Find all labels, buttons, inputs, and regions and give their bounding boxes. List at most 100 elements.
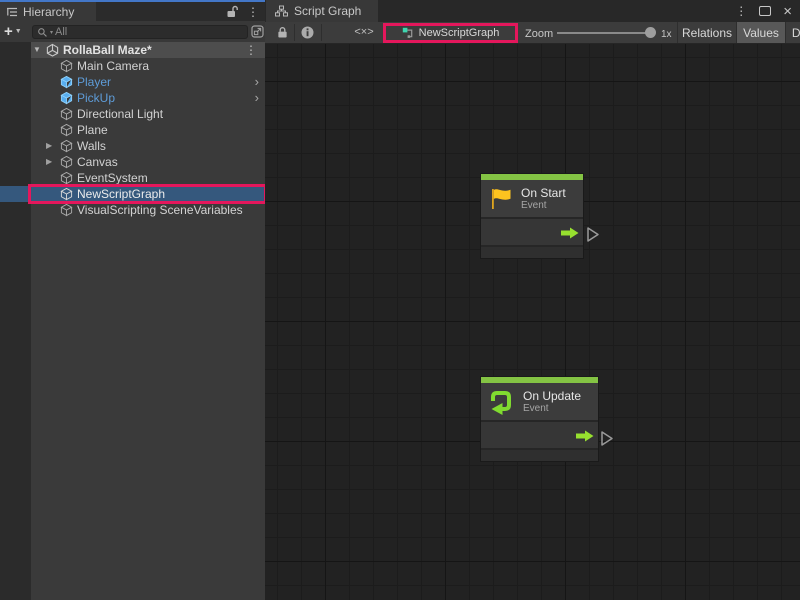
gameobject-cube-icon <box>60 139 73 153</box>
hierarchy-item-plane[interactable]: Plane <box>0 122 265 138</box>
item-label: Walls <box>77 139 106 153</box>
node-subtitle: Event <box>521 200 566 212</box>
scene-foldout-icon[interactable]: ▼ <box>33 46 41 54</box>
output-port-triangle-icon[interactable] <box>600 430 614 447</box>
node-title: On Start <box>521 186 566 200</box>
scene-row[interactable]: ▼ RollaBall Maze* ⋮ <box>0 42 265 58</box>
breadcrumb[interactable]: NewScriptGraph <box>419 27 500 39</box>
item-label: Main Camera <box>77 59 149 73</box>
item-label: Canvas <box>77 155 118 169</box>
foldout-icon[interactable]: ▶ <box>46 142 52 150</box>
gameobject-cube-icon <box>60 187 73 201</box>
flow-output-arrow-icon[interactable] <box>576 430 594 442</box>
zoom-slider-thumb[interactable] <box>645 27 656 38</box>
item-label: VisualScripting SceneVariables <box>77 203 243 217</box>
dim-button-label: Dim <box>792 26 800 40</box>
hierarchy-panel: Hierarchy ⋮ + ▼ ▾ <box>0 0 265 600</box>
item-label: Player <box>77 75 111 89</box>
hierarchy-item-visualscripting-scenevariables[interactable]: VisualScripting SceneVariables <box>0 202 265 218</box>
dim-button[interactable]: Dim <box>785 22 800 43</box>
graph-canvas[interactable]: On Start Event <box>265 44 800 600</box>
item-label: NewScriptGraph <box>77 187 165 201</box>
prefab-expand-chevron-icon[interactable]: › <box>255 74 259 89</box>
hierarchy-item-main-camera[interactable]: Main Camera <box>0 58 265 74</box>
lock-icon[interactable] <box>277 26 288 39</box>
relations-button[interactable]: Relations <box>677 22 736 43</box>
node-title: On Update <box>523 389 581 403</box>
script-graph-tab-label: Script Graph <box>294 4 361 18</box>
script-graph-panel: Script Graph ⋮ × <×> <box>265 0 800 600</box>
hierarchy-item-walls[interactable]: ▶ Walls <box>0 138 265 154</box>
hierarchy-item-eventsystem[interactable]: EventSystem <box>0 170 265 186</box>
flow-output-arrow-icon[interactable] <box>561 227 579 239</box>
foldout-icon[interactable]: ▶ <box>46 158 52 166</box>
scene-menu-icon[interactable]: ⋮ <box>245 44 257 56</box>
node-footer <box>481 245 583 258</box>
tab-script-graph[interactable]: Script Graph <box>266 0 378 22</box>
hierarchy-list: ▼ RollaBall Maze* ⋮ Main Camera Player › <box>0 42 265 600</box>
item-label: PickUp <box>77 91 115 105</box>
hierarchy-item-player[interactable]: Player › <box>0 74 265 90</box>
node-header: On Start Event <box>481 180 583 217</box>
gameobject-cube-icon <box>60 203 73 217</box>
chevron-down-icon: ▼ <box>15 28 22 35</box>
maximize-icon[interactable] <box>759 6 771 16</box>
tab-hierarchy[interactable]: Hierarchy <box>0 2 96 21</box>
flag-icon <box>487 186 513 212</box>
prefab-cube-icon <box>60 75 73 89</box>
close-icon[interactable]: × <box>783 4 792 19</box>
hierarchy-tab-bar: Hierarchy ⋮ <box>0 2 265 21</box>
hierarchy-item-newscriptgraph[interactable]: NewScriptGraph <box>0 186 265 202</box>
unity-editor-window: Hierarchy ⋮ + ▼ ▾ <box>0 0 800 600</box>
script-graph-tab-bar: Script Graph ⋮ × <box>265 0 800 22</box>
item-label: Plane <box>77 123 108 137</box>
gameobject-cube-icon <box>60 171 73 185</box>
gameobject-cube-icon <box>60 107 73 121</box>
gameobject-cube-icon <box>60 123 73 137</box>
hierarchy-item-pickup[interactable]: PickUp › <box>0 90 265 106</box>
hierarchy-toolbar: + ▼ ▾ <box>0 21 265 42</box>
values-button[interactable]: Values <box>736 22 785 43</box>
item-label: Directional Light <box>77 107 163 121</box>
hierarchy-tab-label: Hierarchy <box>23 5 74 19</box>
prefab-expand-chevron-icon[interactable]: › <box>255 90 259 105</box>
zoom-slider[interactable] <box>557 32 652 34</box>
search-icon <box>37 27 48 38</box>
script-graph-toolbar: <×> NewScriptGraph Zoom 1x Relations Val… <box>265 22 800 44</box>
node-header: On Update Event <box>481 383 598 420</box>
search-filter-caret-icon: ▾ <box>50 29 53 36</box>
zoom-label: Zoom <box>525 28 553 40</box>
node-port-row <box>481 217 583 245</box>
open-search-window-icon[interactable] <box>251 25 264 38</box>
node-on-update[interactable]: On Update Event <box>481 377 598 461</box>
values-button-label: Values <box>743 26 779 40</box>
unity-scene-icon <box>46 43 59 57</box>
hierarchy-search-field[interactable]: ▾ <box>32 25 248 39</box>
hierarchy-icon <box>6 7 18 17</box>
zoom-value: 1x <box>661 29 672 40</box>
search-input[interactable] <box>55 26 243 38</box>
node-port-row <box>481 420 598 448</box>
scene-name: RollaBall Maze* <box>63 43 152 57</box>
gameobject-cube-icon <box>60 59 73 73</box>
node-footer <box>481 448 598 461</box>
graph-icon <box>275 5 288 17</box>
annotation-box-breadcrumb: NewScriptGraph <box>383 23 518 43</box>
hierarchy-item-directional-light[interactable]: Directional Light <box>0 106 265 122</box>
script-graph-asset-icon <box>402 27 414 39</box>
gameobject-cube-icon <box>60 155 73 169</box>
node-on-start[interactable]: On Start Event <box>481 174 583 258</box>
hierarchy-item-canvas[interactable]: ▶ Canvas <box>0 154 265 170</box>
info-icon[interactable] <box>301 26 314 39</box>
csharp-preview-icon[interactable]: <×> <box>341 26 387 38</box>
unlock-icon[interactable] <box>226 5 238 18</box>
hierarchy-menu-icon[interactable]: ⋮ <box>247 6 259 18</box>
item-label: EventSystem <box>77 171 148 185</box>
node-subtitle: Event <box>523 403 581 415</box>
output-port-triangle-icon[interactable] <box>586 226 600 243</box>
relations-button-label: Relations <box>682 26 732 40</box>
plus-icon: + <box>4 24 13 39</box>
window-menu-icon[interactable]: ⋮ <box>735 5 747 17</box>
add-object-button[interactable]: + ▼ <box>4 23 30 40</box>
prefab-cube-icon <box>60 91 73 105</box>
